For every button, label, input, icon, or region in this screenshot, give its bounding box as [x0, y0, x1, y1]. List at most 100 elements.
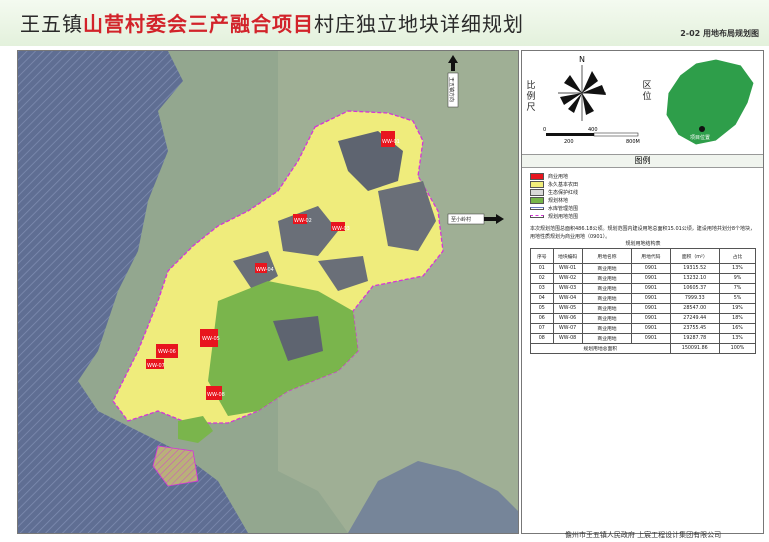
table-cell: 10605.37 — [669, 283, 720, 294]
table-row: 04 WW-04 商业用地 0901 7999.33 5% — [530, 293, 756, 304]
table-cell: 商业用地 — [581, 303, 633, 314]
table-cell: 0901 — [631, 263, 671, 274]
table-cell: 商业用地 — [581, 333, 633, 344]
table-cell: 商业用地 — [581, 273, 633, 284]
table-cell: 商业用地 — [581, 293, 633, 304]
table-cell: 13232.10 — [669, 273, 720, 284]
table-total-row: 规划用地总面积 150091.86 100% — [530, 343, 756, 354]
land-use-map[interactable]: WW-01 WW-02 WW-03 WW-04 WW-05 WW-06 WW-0… — [17, 50, 519, 534]
map-canvas: WW-01 WW-02 WW-03 WW-04 WW-05 WW-06 WW-0… — [18, 51, 518, 533]
plan-note: 本次规划范围总面积486.18公顷。规划范围内建设用地总面积15.01公顷，建设… — [530, 226, 755, 240]
table-row: 02 WW-02 商业用地 0901 13232.10 9% — [530, 273, 756, 284]
compass-scale-block: N 0 400 200 800M — [543, 55, 640, 145]
lot-label: WW-02 — [294, 218, 312, 224]
table-cell: 18% — [719, 313, 756, 324]
table-cell: 27249.44 — [669, 313, 720, 324]
swatch-forest — [530, 197, 544, 204]
legend-title: 图例 — [522, 154, 763, 168]
svg-text:200: 200 — [564, 139, 574, 145]
info-panel: 比例尺 N 0 400 200 800M 区位 项目位置 图例 商业用地 永久基… — [521, 50, 764, 534]
region-outline — [665, 58, 755, 146]
table-cell: 商业用地 — [581, 263, 633, 274]
table-cell: 05 — [530, 303, 554, 314]
table-cell: 0901 — [631, 323, 671, 334]
legend-item: 永久基本农田 — [530, 181, 578, 188]
svg-text:400: 400 — [588, 127, 598, 133]
lot-label: WW-06 — [158, 349, 176, 355]
table-cell: 19315.52 — [669, 263, 720, 274]
table-cell: WW-01 — [552, 263, 583, 274]
lot-label: WW-07 — [147, 363, 165, 369]
table-cell: WW-03 — [552, 283, 583, 294]
table-header-row: 序号 地块编码 用地名称 用地代码 面积（m²） 占比 — [530, 248, 756, 264]
swatch-ecological — [530, 189, 544, 196]
table-cell: 19287.78 — [669, 333, 720, 344]
lot-label: WW-08 — [207, 392, 225, 398]
direction-arrow-north: 王五镇方向 — [447, 55, 459, 108]
swatch-farmland — [530, 181, 544, 188]
table-cell: 01 — [530, 263, 554, 274]
table-cell: 03 — [530, 283, 554, 294]
location-heading: 区位 — [642, 81, 652, 102]
table-cell: 5% — [719, 293, 756, 304]
title-project: 山营村委会三产融合项目 — [83, 12, 314, 36]
table-caption: 规划用地结构表 — [625, 241, 661, 247]
table-cell: 商业用地 — [581, 283, 633, 294]
table-cell: 7999.33 — [669, 293, 720, 304]
table-cell: 06 — [530, 313, 554, 324]
table-cell: 商业用地 — [581, 323, 633, 334]
drawing-title: 王五镇山营村委会三产融合项目村庄独立地块详细规划 — [20, 8, 524, 37]
scale-heading: 比例尺 — [526, 81, 536, 113]
table-cell: 0901 — [631, 293, 671, 304]
lot-label: WW-04 — [256, 267, 274, 273]
table-cell: 19% — [719, 303, 756, 314]
table-cell: WW-07 — [552, 323, 583, 334]
table-cell: 0901 — [631, 273, 671, 284]
footer-credit: 儋州市王五镇人民政府 上宸工程设计集团有限公司 — [564, 531, 722, 539]
svg-text:0: 0 — [543, 127, 546, 133]
scale-bar: 0 400 200 800M — [543, 127, 640, 145]
svg-text:N: N — [579, 55, 585, 64]
swatch-reservoir — [530, 207, 544, 210]
north-compass-icon: N — [558, 55, 606, 121]
table-cell: 0901 — [631, 303, 671, 314]
table-cell: 0901 — [631, 313, 671, 324]
table-cell: WW-02 — [552, 273, 583, 284]
title-town: 王五镇 — [20, 12, 83, 36]
legend-item: 规划林地 — [530, 197, 568, 204]
title-plan: 村庄独立地块详细规划 — [314, 12, 524, 36]
svg-text:800M: 800M — [626, 139, 640, 145]
site-marker-icon — [699, 126, 705, 132]
legend-item: 规划用地范围 — [530, 213, 578, 220]
table-row: 07 WW-07 商业用地 0901 23755.45 16% — [530, 323, 756, 334]
table-cell: 23755.45 — [669, 323, 720, 334]
table-row: 06 WW-06 商业用地 0901 27249.44 18% — [530, 313, 756, 324]
lot-label: WW-03 — [332, 226, 350, 232]
sheet-label: 2-02 用地布局规划图 — [680, 29, 759, 38]
lot-label: WW-01 — [382, 139, 400, 145]
site-label: 项目位置 — [690, 134, 710, 141]
table-cell: 7% — [719, 283, 756, 294]
table-cell: 08 — [530, 333, 554, 344]
table-cell: 04 — [530, 293, 554, 304]
title-bar: 王五镇山营村委会三产融合项目村庄独立地块详细规划 2-02 用地布局规划图 — [0, 0, 769, 46]
table-cell: 9% — [719, 273, 756, 284]
legend-item: 商业用地 — [530, 173, 568, 180]
lot-label: WW-05 — [202, 336, 220, 342]
table-row: 01 WW-01 商业用地 0901 19315.52 13% — [530, 263, 756, 274]
location-map: 项目位置 — [665, 58, 755, 146]
table-cell: 0901 — [631, 283, 671, 294]
table-cell: WW-06 — [552, 313, 583, 324]
table-row: 05 WW-05 商业用地 0901 28547.00 19% — [530, 303, 756, 314]
table-cell: 02 — [530, 273, 554, 284]
table-cell: WW-04 — [552, 293, 583, 304]
table-row: 03 WW-03 商业用地 0901 10605.37 7% — [530, 283, 756, 294]
table-row: 08 WW-08 商业用地 0901 19287.78 13% — [530, 333, 756, 344]
table-cell: 13% — [719, 263, 756, 274]
table-cell: 商业用地 — [581, 313, 633, 324]
swatch-commercial — [530, 173, 544, 180]
place-label: 至小岭村 — [451, 216, 471, 223]
legend-item: 水库管理范围 — [530, 205, 578, 212]
table-cell: 07 — [530, 323, 554, 334]
place-label: 王五镇方向 — [448, 77, 455, 102]
